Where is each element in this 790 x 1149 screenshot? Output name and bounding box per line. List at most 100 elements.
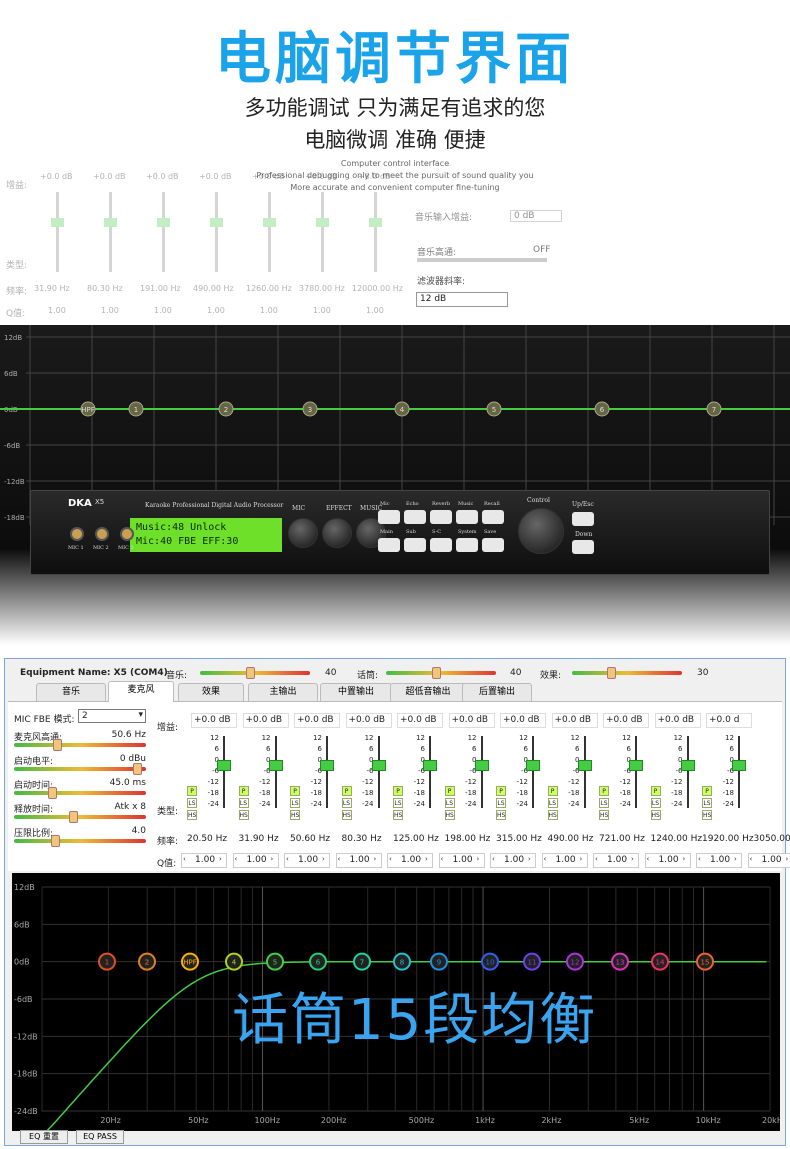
chevron-right-icon[interactable]: › bbox=[477, 855, 480, 863]
fbe-select[interactable]: 2 ▾ bbox=[78, 709, 146, 723]
master-slider-track[interactable] bbox=[572, 671, 682, 675]
band-gain[interactable]: +0.0 dB bbox=[397, 713, 443, 728]
tab-4[interactable]: 中置输出 bbox=[320, 683, 392, 701]
param-slider-thumb[interactable] bbox=[53, 739, 63, 751]
param-slider[interactable] bbox=[14, 743, 146, 747]
band-type-badge[interactable]: LS bbox=[393, 798, 403, 808]
chevron-right-icon[interactable]: › bbox=[322, 855, 325, 863]
fader-thumb[interactable] bbox=[526, 760, 540, 771]
chevron-left-icon[interactable]: ‹ bbox=[235, 855, 238, 863]
band-freq[interactable]: 721.00 Hz bbox=[599, 834, 645, 844]
eq-pass-button[interactable]: EQ PASS bbox=[76, 1130, 124, 1144]
band-freq[interactable]: 1240.00 Hz bbox=[651, 834, 703, 844]
band-type-badge[interactable]: P bbox=[702, 786, 712, 796]
band-gain[interactable]: +0.0 dB bbox=[500, 713, 546, 728]
fader-track[interactable] bbox=[377, 736, 380, 808]
band-type-badge[interactable]: P bbox=[238, 786, 249, 796]
chevron-right-icon[interactable]: › bbox=[734, 855, 737, 863]
band-type-badge[interactable]: HS bbox=[341, 810, 352, 820]
band-type-badge[interactable]: HS bbox=[393, 810, 403, 820]
band-type-badge[interactable]: HS bbox=[702, 810, 712, 820]
chevron-right-icon[interactable]: › bbox=[271, 855, 274, 863]
band-gain[interactable]: +0.0 dB bbox=[603, 713, 649, 728]
fader-thumb[interactable] bbox=[320, 760, 334, 771]
band-gain[interactable]: +0.0 dB bbox=[191, 713, 237, 728]
band-gain[interactable]: +0.0 dB bbox=[242, 713, 289, 728]
fader-thumb[interactable] bbox=[474, 760, 489, 771]
chevron-right-icon[interactable]: › bbox=[374, 855, 377, 863]
band-gain[interactable]: +0.0 d bbox=[706, 713, 752, 728]
fader-thumb[interactable] bbox=[577, 760, 592, 771]
master-slider-thumb[interactable] bbox=[432, 667, 442, 679]
chevron-right-icon[interactable]: › bbox=[631, 855, 634, 863]
band-freq[interactable]: 3050.00 bbox=[754, 834, 790, 844]
chevron-left-icon[interactable]: ‹ bbox=[595, 855, 598, 863]
band-type-badge[interactable]: P bbox=[547, 786, 558, 796]
param-slider-thumb[interactable] bbox=[69, 811, 79, 823]
band-type-badge[interactable]: LS bbox=[599, 798, 609, 808]
band-type-badge[interactable]: P bbox=[444, 786, 455, 796]
fader-track[interactable] bbox=[532, 736, 534, 808]
band-freq[interactable]: 315.00 Hz bbox=[496, 834, 542, 844]
chevron-right-icon[interactable]: › bbox=[219, 855, 222, 863]
chevron-right-icon[interactable]: › bbox=[786, 855, 789, 863]
band-freq[interactable]: 31.90 Hz bbox=[239, 834, 279, 844]
band-gain[interactable]: +0.0 dB bbox=[345, 713, 392, 728]
chevron-left-icon[interactable]: ‹ bbox=[441, 855, 444, 863]
band-type-badge[interactable]: HS bbox=[290, 810, 300, 820]
fader-track[interactable] bbox=[738, 736, 740, 808]
chevron-left-icon[interactable]: ‹ bbox=[286, 855, 289, 863]
band-type-badge[interactable]: LS bbox=[290, 798, 300, 808]
param-slider-thumb[interactable] bbox=[48, 787, 58, 799]
band-type-badge[interactable]: P bbox=[650, 786, 661, 796]
chevron-left-icon[interactable]: ‹ bbox=[750, 855, 753, 863]
fader-thumb[interactable] bbox=[217, 760, 231, 771]
band-type-badge[interactable]: LS bbox=[444, 798, 455, 808]
master-slider-thumb[interactable] bbox=[246, 667, 256, 679]
chevron-left-icon[interactable]: ‹ bbox=[647, 855, 650, 863]
param-slider-thumb[interactable] bbox=[133, 763, 143, 775]
band-type-badge[interactable]: LS bbox=[650, 798, 661, 808]
fader-thumb[interactable] bbox=[268, 760, 283, 771]
fader-track[interactable] bbox=[223, 736, 225, 808]
band-gain[interactable]: +0.0 dB bbox=[294, 713, 340, 728]
fader-track[interactable] bbox=[480, 736, 483, 808]
fader-thumb[interactable] bbox=[732, 760, 746, 771]
tab-3[interactable]: 主输出 bbox=[248, 683, 318, 701]
band-freq[interactable]: 80.30 Hz bbox=[342, 834, 382, 844]
param-slider[interactable] bbox=[14, 815, 146, 819]
chevron-left-icon[interactable]: ‹ bbox=[338, 855, 341, 863]
fader-thumb[interactable] bbox=[680, 760, 695, 771]
band-gain[interactable]: +0.0 dB bbox=[654, 713, 701, 728]
fader-track[interactable] bbox=[326, 736, 328, 808]
band-type-badge[interactable]: HS bbox=[599, 810, 609, 820]
master-slider-thumb[interactable] bbox=[607, 667, 617, 679]
band-freq[interactable]: 125.00 Hz bbox=[393, 834, 439, 844]
band-type-badge[interactable]: LS bbox=[187, 798, 197, 808]
fader-thumb[interactable] bbox=[629, 760, 643, 771]
band-freq[interactable]: 1920.00 Hz bbox=[702, 834, 754, 844]
band-freq[interactable]: 490.00 Hz bbox=[548, 834, 594, 844]
band-type-badge[interactable]: HS bbox=[238, 810, 249, 820]
fader-track[interactable] bbox=[635, 736, 637, 808]
chevron-left-icon[interactable]: ‹ bbox=[698, 855, 701, 863]
band-type-badge[interactable]: HS bbox=[650, 810, 661, 820]
tab-5[interactable]: 超低音输出 bbox=[390, 683, 466, 701]
chevron-right-icon[interactable]: › bbox=[528, 855, 531, 863]
chevron-left-icon[interactable]: ‹ bbox=[183, 855, 186, 863]
fader-thumb[interactable] bbox=[371, 760, 386, 771]
chevron-right-icon[interactable]: › bbox=[683, 855, 686, 863]
band-type-badge[interactable]: HS bbox=[187, 810, 197, 820]
chevron-left-icon[interactable]: ‹ bbox=[544, 855, 547, 863]
fader-track[interactable] bbox=[429, 736, 431, 808]
param-slider[interactable] bbox=[14, 791, 146, 795]
chevron-right-icon[interactable]: › bbox=[425, 855, 428, 863]
band-type-badge[interactable]: HS bbox=[496, 810, 506, 820]
tab-1[interactable]: 麦克风 bbox=[108, 681, 174, 702]
band-gain[interactable]: +0.0 dB bbox=[448, 713, 495, 728]
chevron-right-icon[interactable]: › bbox=[580, 855, 583, 863]
fader-thumb[interactable] bbox=[423, 760, 437, 771]
band-type-badge[interactable]: HS bbox=[547, 810, 558, 820]
band-freq[interactable]: 50.60 Hz bbox=[290, 834, 330, 844]
tab-2[interactable]: 效果 bbox=[178, 683, 244, 701]
